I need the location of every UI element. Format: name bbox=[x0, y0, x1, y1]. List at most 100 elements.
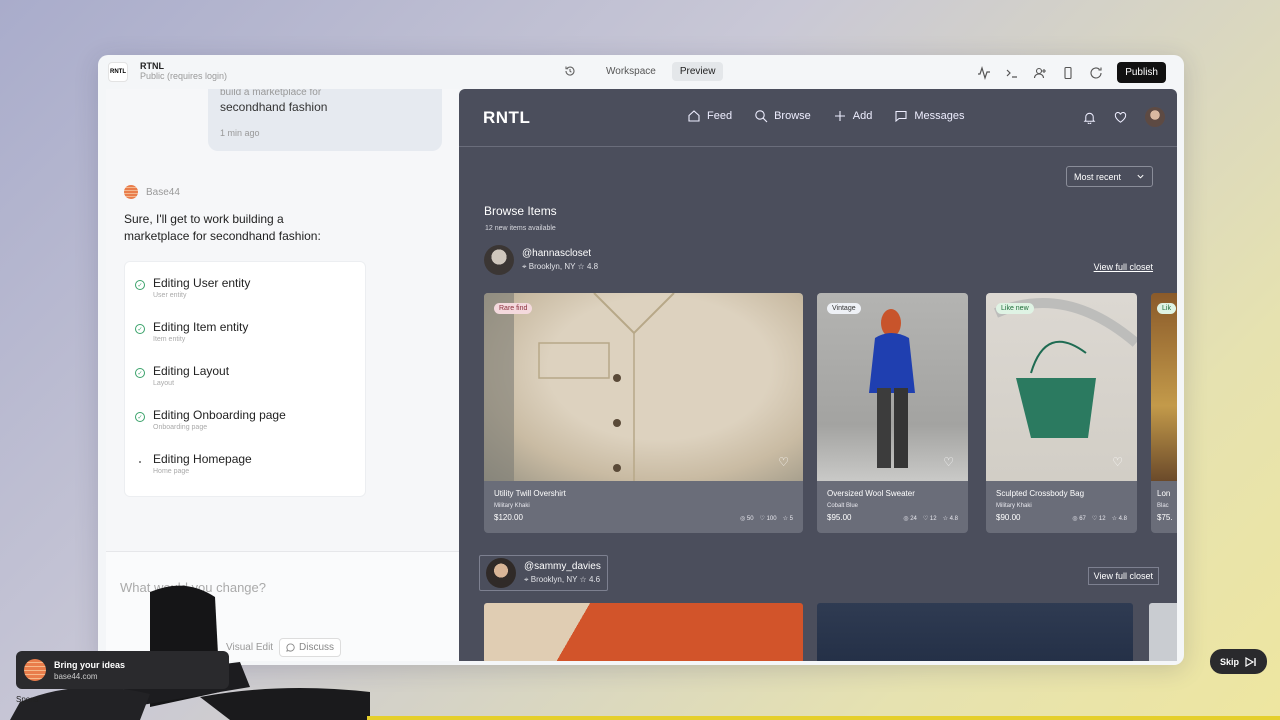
mobile-icon[interactable] bbox=[1061, 66, 1075, 80]
closet-rating: 4.8 bbox=[586, 262, 599, 271]
toolbar-actions: Publish bbox=[977, 62, 1166, 83]
activity-icon[interactable] bbox=[977, 65, 991, 80]
item-card[interactable]: Vintage ♡ Oversized Wool Sweater Cobalt … bbox=[817, 293, 968, 533]
builder-window: RNTL RTNL Public (requires login) Worksp… bbox=[98, 55, 1184, 665]
item-stats: ◎ 24 ♡ 12 ☆ 4.8 bbox=[903, 515, 958, 522]
nav-browse[interactable]: Browse bbox=[754, 109, 811, 123]
task-list: ✓ Editing User entity User entity ✓ Edit… bbox=[124, 261, 366, 497]
agent-message: Base44 Sure, I'll get to work building a… bbox=[124, 185, 334, 245]
item-image: Like new bbox=[986, 293, 1137, 481]
tab-preview[interactable]: Preview bbox=[671, 62, 724, 81]
view-closet-link[interactable]: View full closet bbox=[1087, 567, 1159, 585]
item-image[interactable] bbox=[1149, 603, 1177, 661]
views-count: ◎ 50 bbox=[739, 516, 754, 522]
closet-rating: 4.6 bbox=[588, 575, 601, 584]
chat-panel: build a marketplace for secondhand fashi… bbox=[106, 89, 459, 661]
task-item[interactable]: Editing Homepage Home page bbox=[135, 446, 355, 490]
item-badge: Like new bbox=[996, 303, 1034, 314]
top-bar: RNTL RTNL Public (requires login) Worksp… bbox=[98, 55, 1184, 89]
item-name: Sculpted Crossbody Bag bbox=[996, 489, 1085, 498]
user-avatar[interactable] bbox=[1145, 107, 1165, 127]
preview-nav: Feed Browse Add Messages bbox=[687, 109, 964, 123]
skip-button[interactable]: Skip bbox=[1210, 649, 1267, 674]
nav-add[interactable]: Add bbox=[833, 109, 873, 123]
base44-logo-icon bbox=[24, 659, 46, 681]
view-tabs: Workspace Preview bbox=[564, 62, 724, 81]
plus-icon bbox=[834, 111, 845, 121]
closet-location: Brooklyn, NY bbox=[528, 262, 576, 271]
nav-messages[interactable]: Messages bbox=[894, 109, 964, 123]
check-icon: ✓ bbox=[135, 280, 145, 290]
item-image: Rare find bbox=[484, 293, 803, 481]
item-price: $75. bbox=[1157, 513, 1173, 522]
item-info: Lon Blac $75. bbox=[1157, 489, 1177, 522]
views-count: ◎ 24 bbox=[903, 516, 917, 522]
closet-meta: ⌖ Brooklyn, NY ☆ 4.6 bbox=[524, 575, 601, 585]
view-closet-link[interactable]: View full closet bbox=[1094, 262, 1153, 272]
nav-add-label: Add bbox=[852, 110, 873, 122]
nav-browse-label: Browse bbox=[774, 110, 811, 122]
check-icon: ✓ bbox=[135, 368, 145, 378]
item-card[interactable]: Lik Lon Blac $75. bbox=[1151, 293, 1177, 533]
item-color: Cobalt Blue bbox=[827, 503, 859, 509]
history-icon[interactable] bbox=[564, 65, 578, 79]
item-name: Oversized Wool Sweater bbox=[827, 489, 915, 498]
promo-url[interactable]: base44.com bbox=[54, 672, 125, 681]
app-logo[interactable]: RNTL bbox=[108, 62, 128, 82]
nav-messages-label: Messages bbox=[914, 110, 965, 122]
sort-label: Most recent bbox=[1074, 171, 1122, 182]
item-image[interactable] bbox=[484, 603, 803, 661]
item-stats: ◎ 50 ♡ 100 ☆ 5 bbox=[740, 515, 793, 522]
chevron-down-icon bbox=[1137, 174, 1144, 179]
terminal-icon[interactable] bbox=[1005, 66, 1019, 80]
bell-icon[interactable] bbox=[1083, 111, 1096, 124]
refresh-icon[interactable] bbox=[1089, 66, 1103, 80]
nav-feed[interactable]: Feed bbox=[687, 109, 732, 123]
item-image: Lik bbox=[1151, 293, 1177, 481]
rating-count: ☆ 5 bbox=[782, 516, 793, 522]
task-subtitle: Onboarding page bbox=[153, 424, 208, 431]
brand-logo[interactable]: RNTL bbox=[483, 108, 530, 128]
task-title: Editing Item entity bbox=[153, 320, 249, 334]
favorite-heart-icon[interactable]: ♡ bbox=[943, 455, 954, 469]
publish-button[interactable]: Publish bbox=[1117, 62, 1166, 83]
task-title: Editing Homepage bbox=[153, 452, 252, 466]
task-item[interactable]: ✓ Editing Onboarding page Onboarding pag… bbox=[135, 402, 355, 446]
task-item[interactable]: ✓ Editing Layout Layout bbox=[135, 358, 355, 402]
item-card[interactable]: Like new ♡ Sculpted Crossbody Bag Milita… bbox=[986, 293, 1137, 533]
item-color: Military Khaki bbox=[494, 503, 530, 509]
closet-handle: @sammy_davies bbox=[524, 561, 601, 572]
task-title: Editing Onboarding page bbox=[153, 408, 286, 422]
closet-header[interactable]: @hannascloset ⌖ Brooklyn, NY ☆ 4.8 bbox=[484, 245, 598, 275]
add-user-icon[interactable] bbox=[1033, 66, 1047, 80]
item-color: Blac bbox=[1157, 503, 1169, 509]
tab-workspace[interactable]: Workspace bbox=[598, 62, 664, 81]
promo-banner[interactable]: Bring your ideas base44.com bbox=[16, 651, 229, 689]
task-item[interactable]: ✓ Editing Item entity Item entity bbox=[135, 314, 355, 358]
search-icon bbox=[755, 110, 768, 123]
app-visibility: Public (requires login) bbox=[140, 71, 228, 81]
check-icon: ✓ bbox=[135, 324, 145, 334]
item-image[interactable] bbox=[817, 603, 1133, 661]
item-card[interactable]: Rare find ♡ Utility Twill Overshirt Mili… bbox=[484, 293, 803, 533]
closet-header[interactable]: @sammy_davies ⌖ Brooklyn, NY ☆ 4.6 bbox=[479, 555, 608, 591]
item-badge: Lik bbox=[1157, 303, 1176, 314]
task-item[interactable]: ✓ Editing User entity User entity bbox=[135, 270, 355, 314]
favorite-heart-icon[interactable]: ♡ bbox=[1112, 455, 1123, 469]
closet-location: Brooklyn, NY bbox=[530, 575, 578, 584]
sort-dropdown[interactable]: Most recent bbox=[1066, 166, 1153, 187]
message-icon bbox=[895, 110, 907, 123]
task-subtitle: Item entity bbox=[153, 336, 186, 343]
task-title: Editing User entity bbox=[153, 276, 251, 290]
video-progress-bar bbox=[367, 716, 1280, 720]
section-subtitle: 12 new items available bbox=[485, 225, 556, 232]
star-icon: ☆ bbox=[579, 575, 587, 584]
item-name: Lon bbox=[1157, 489, 1171, 498]
item-badge: Rare find bbox=[494, 303, 533, 314]
heart-icon[interactable] bbox=[1114, 111, 1127, 124]
item-name: Utility Twill Overshirt bbox=[494, 489, 566, 498]
favorite-heart-icon[interactable]: ♡ bbox=[778, 455, 789, 469]
skip-label: Skip bbox=[1219, 656, 1239, 667]
item-image: Vintage bbox=[817, 293, 968, 481]
closet-avatar bbox=[486, 558, 516, 588]
